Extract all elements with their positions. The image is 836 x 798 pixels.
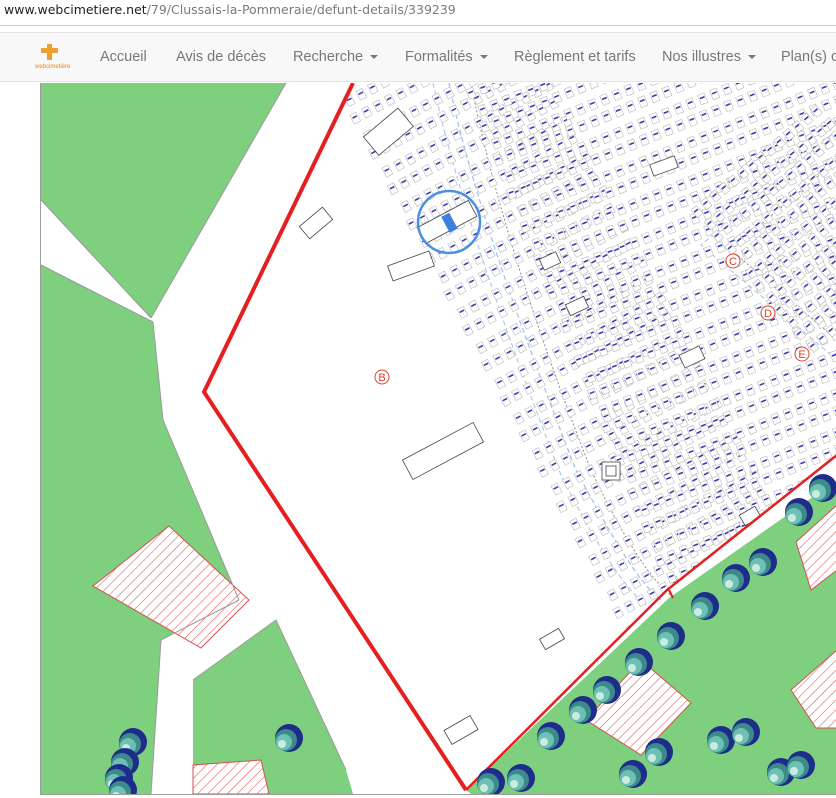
tree-icon [707,726,735,754]
grave-number-mark [333,83,339,84]
tree-icon [785,498,813,526]
tree-icon [275,724,303,752]
grave-number-mark [716,555,723,559]
tree-icon [787,751,815,779]
svg-text:B: B [378,372,385,384]
tree-icon [645,738,673,766]
nav-reglement-tarifs[interactable]: Règlement et tarifs [514,33,636,81]
tree-icon [619,760,647,788]
tree-icon [722,564,750,592]
tree-icon [749,548,777,576]
tree-icon [732,718,760,746]
url-path: /79/Clussais-la-Pommeraie/defunt-details… [146,2,456,17]
main-navbar: webcimetière Accueil Avis de décès Reche… [0,32,836,82]
chevron-down-icon [479,55,488,60]
webcimetiere-logo[interactable]: webcimetière [34,44,77,70]
tree-icon [625,648,653,676]
nav-accueil[interactable]: Accueil [100,33,147,81]
tree-icon [691,592,719,620]
svg-text:D: D [764,308,772,320]
nav-formalites[interactable]: Formalités [405,33,488,81]
address-bar[interactable]: www.webcimetiere.net/79/Clussais-la-Pomm… [0,0,836,26]
url-host: www.webcimetiere.net [4,2,147,17]
tree-icon [657,622,685,650]
svg-text:C: C [729,256,737,268]
section-label-c: C [725,253,741,269]
tree-icon [569,696,597,724]
section-label-e: E [794,346,810,362]
nav-recherche[interactable]: Recherche [293,33,379,81]
grave-number-mark [765,514,771,518]
grave-plot [330,83,343,90]
chevron-down-icon [370,55,379,60]
section-label-b: B [374,369,390,385]
grave-number-mark [718,554,724,559]
grave-plot [774,505,786,519]
section-label-d: D [760,305,776,321]
grave-number-mark [706,560,712,565]
tree-icon [537,722,565,750]
grave-number-mark [777,509,783,513]
tree-icon [507,764,535,792]
cemetery-map[interactable]: B C D E [40,83,836,795]
svg-text:E: E [798,349,805,361]
svg-text:webcimetière: webcimetière [35,64,71,70]
cemetery-plan-svg[interactable]: B C D E [41,83,836,794]
chevron-down-icon [747,55,756,60]
tree-icon [809,474,836,502]
grave-number-mark [729,548,735,553]
nav-avis-de-deces[interactable]: Avis de décès [176,33,266,81]
tree-icon [593,676,621,704]
nav-plans[interactable]: Plan(s) c [781,33,836,81]
nav-nos-illustres[interactable]: Nos illustres [662,33,756,81]
